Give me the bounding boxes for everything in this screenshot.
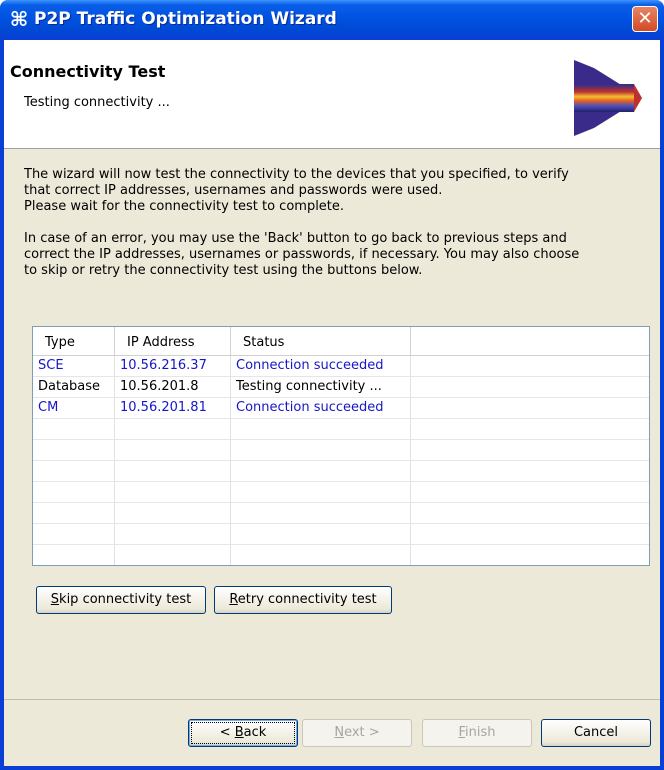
cell-filler [411,377,649,397]
empty-cell [231,461,411,481]
empty-cell [411,461,649,481]
column-header-status[interactable]: Status [231,327,411,355]
instruction-line: to skip or retry the connectivity test u… [24,263,423,278]
table-row[interactable]: SCE 10.56.216.37 Connection succeeded [33,356,649,377]
skip-connectivity-test-button[interactable]: Skip connectivity test [36,586,206,614]
close-icon: ✕ [637,8,653,29]
empty-cell [33,503,115,523]
table-header: Type IP Address Status [33,327,649,356]
empty-cell [411,482,649,502]
page-subtitle: Testing connectivity ... [24,95,170,110]
cell-filler [411,398,649,418]
window-title: P2P Traffic Optimization Wizard [34,9,337,29]
retry-mnemonic: R [229,592,238,607]
wizard-window: ⌘ P2P Traffic Optimization Wizard ✕ Conn… [0,0,664,770]
empty-cell [411,545,649,565]
empty-cell [115,419,231,439]
connectivity-table[interactable]: Type IP Address Status SCE 10.56.216.37 Co… [32,326,650,566]
close-button[interactable]: ✕ [632,6,658,32]
empty-cell [33,461,115,481]
empty-cell [33,419,115,439]
empty-cell [231,482,411,502]
cell-status: Testing connectivity ... [231,377,411,397]
cell-type: Database [33,377,115,397]
back-button[interactable]: < Back [188,719,298,747]
column-header-ip-address[interactable]: IP Address [115,327,231,355]
table-body: SCE 10.56.216.37 Connection succeeded Datab… [33,356,649,565]
cell-type: CM [33,398,115,418]
empty-cell [115,482,231,502]
cell-filler [411,356,649,376]
empty-cell [231,503,411,523]
cell-ip-address: 10.56.201.8 [115,377,231,397]
column-header-type[interactable]: Type [33,327,115,355]
skip-mnemonic: S [50,592,60,607]
finish-button[interactable]: Finish [422,719,532,747]
empty-cell [411,419,649,439]
instruction-line: correct the IP addresses, usernames or p… [24,247,580,262]
cell-ip-address: 10.56.216.37 [115,356,231,376]
empty-table-row [33,524,649,545]
empty-cell [33,440,115,460]
instruction-line: In case of an error, you may use the 'Ba… [24,231,567,246]
empty-cell [115,545,231,565]
instructions-text: The wizard will now test the connectivit… [24,167,649,279]
empty-cell [115,440,231,460]
title-bar[interactable]: ⌘ P2P Traffic Optimization Wizard ✕ [0,0,664,40]
skip-label: kip connectivity test [59,592,192,607]
instruction-line: The wizard will now test the connectivit… [24,167,569,182]
cell-ip-address: 10.56.201.81 [115,398,231,418]
empty-cell [411,524,649,544]
instruction-line: Please wait for the connectivity test to… [24,199,345,214]
empty-cell [115,524,231,544]
empty-cell [115,461,231,481]
empty-cell [231,419,411,439]
empty-cell [33,482,115,502]
back-prefix: < [219,725,235,740]
next-button[interactable]: Next > [302,719,412,747]
empty-table-row [33,545,649,565]
next-mnemonic: N [334,725,345,740]
back-label: ack [243,725,267,740]
empty-cell [33,524,115,544]
page-title: Connectivity Test [10,62,166,81]
empty-table-row [33,440,649,461]
empty-cell [411,440,649,460]
cell-status: Connection succeeded [231,398,411,418]
empty-table-row [33,419,649,440]
finish-label: inish [465,725,496,740]
empty-cell [411,503,649,523]
empty-cell [231,545,411,565]
empty-cell [231,524,411,544]
empty-table-row [33,461,649,482]
retry-label: etry connectivity test [237,592,377,607]
empty-cell [33,545,115,565]
cell-status: Connection succeeded [231,356,411,376]
table-row[interactable]: CM 10.56.201.81 Connection succeeded [33,398,649,419]
cancel-button[interactable]: Cancel [541,719,651,747]
empty-table-row [33,482,649,503]
cell-type: SCE [33,356,115,376]
wizard-app-icon: ⌘ [9,7,29,31]
cancel-label: Cancel [573,725,619,740]
footer-divider [4,699,660,700]
wizard-logo-icon [574,60,642,136]
next-label: ext > [344,725,380,740]
table-row[interactable]: Database 10.56.201.8 Testing connectivity … [33,377,649,398]
instruction-line: that correct IP addresses, usernames and… [24,183,443,198]
empty-table-row [33,503,649,524]
wizard-header: Connectivity Test Testing connectivity .… [4,40,660,149]
empty-cell [231,440,411,460]
empty-cell [115,503,231,523]
retry-connectivity-test-button[interactable]: Retry connectivity test [214,586,392,614]
column-header-filler [411,327,649,355]
back-mnemonic: B [234,725,244,740]
